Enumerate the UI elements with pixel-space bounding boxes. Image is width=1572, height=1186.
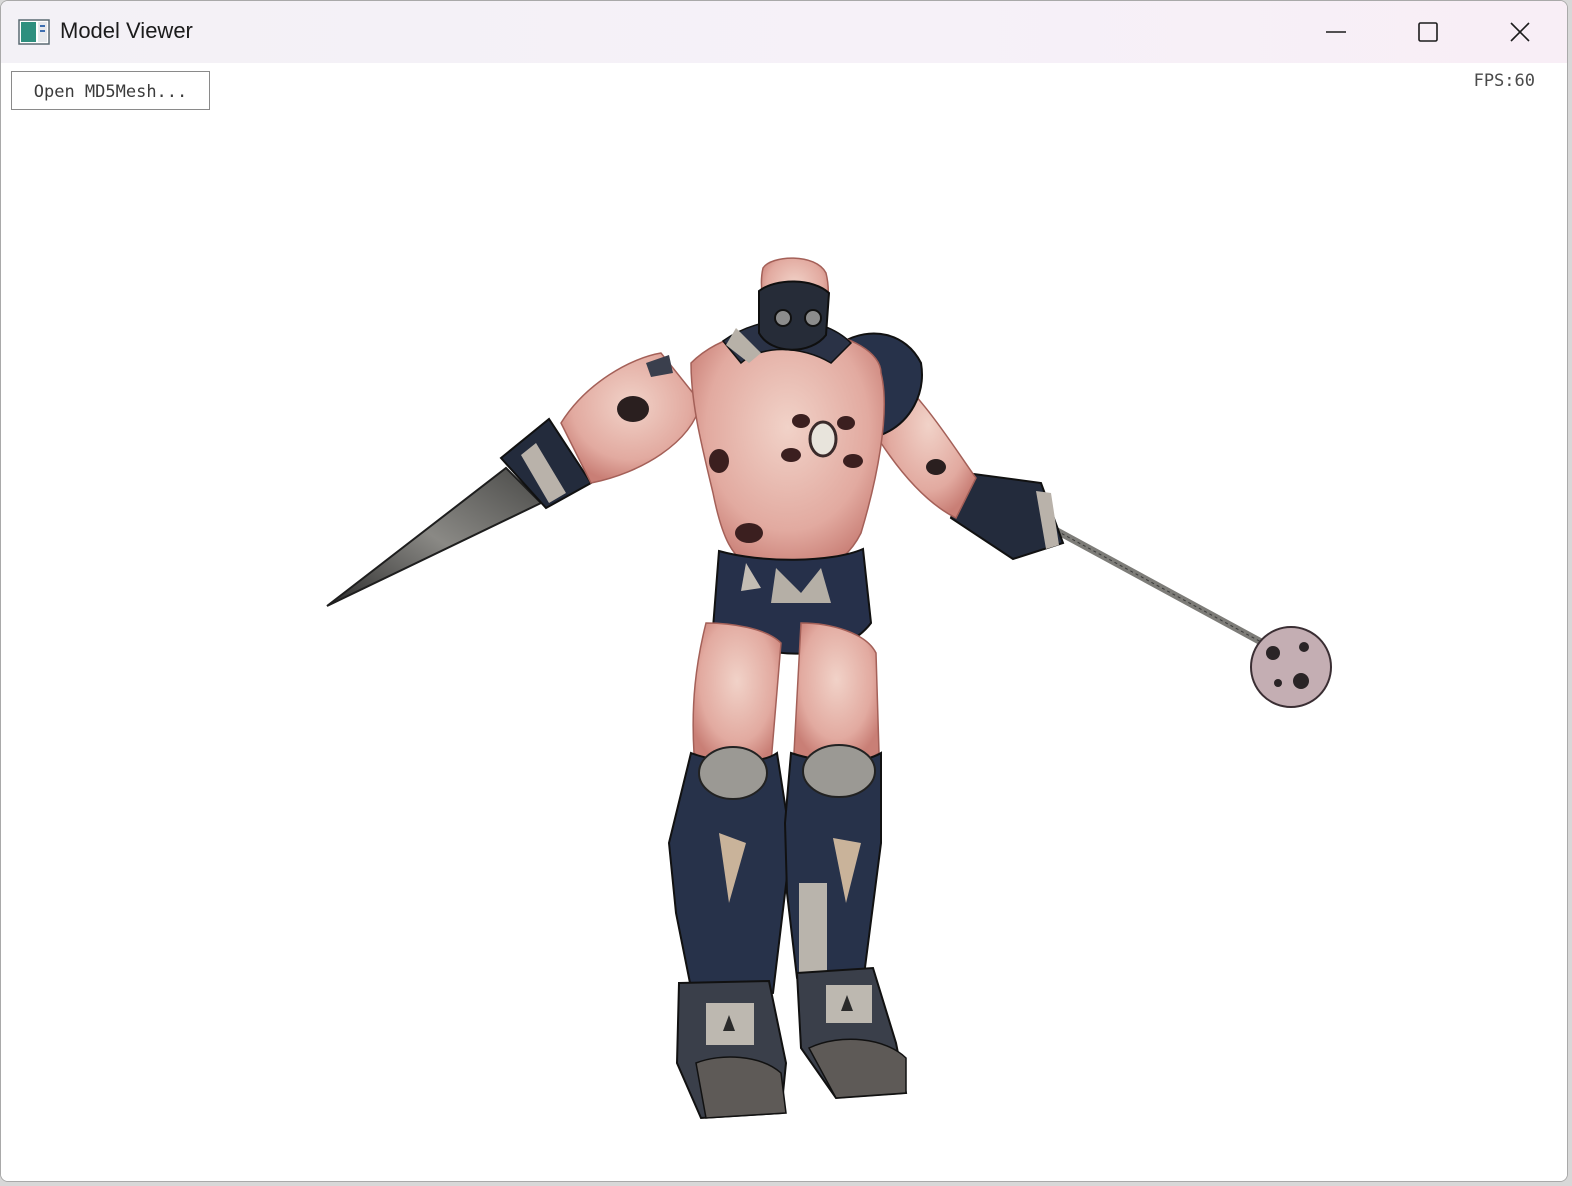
model-viewer-window: Model Viewer Open MD5Mesh... FPS:60 (0, 0, 1568, 1182)
close-button[interactable] (1474, 1, 1566, 63)
render-viewport[interactable]: Open MD5Mesh... FPS:60 (1, 63, 1567, 1181)
window-title: Model Viewer (60, 18, 193, 43)
model-render (326, 257, 1332, 1120)
app-window-icon (18, 19, 50, 45)
open-md5mesh-button[interactable]: Open MD5Mesh... (11, 71, 210, 110)
minimize-button[interactable] (1290, 1, 1382, 63)
maximize-button[interactable] (1382, 1, 1474, 63)
blade-weapon (326, 466, 543, 607)
mace-ball (1250, 626, 1332, 708)
title-bar[interactable]: Model Viewer (1, 1, 1567, 63)
chest-emblem (808, 420, 838, 458)
close-icon (1510, 22, 1530, 42)
fps-counter: FPS:60 (1473, 71, 1535, 91)
maximize-icon (1418, 22, 1438, 42)
right-thigh (793, 622, 880, 765)
minimize-icon (1326, 31, 1346, 33)
